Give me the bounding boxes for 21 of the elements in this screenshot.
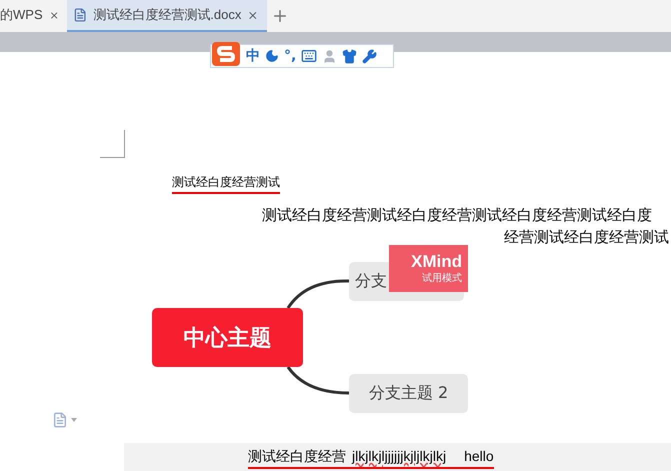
footer-text: jlkjlkjljjjjjjkjljlkjlkj <box>352 448 446 464</box>
heading-text: 测试经白度经营测试 <box>172 174 280 194</box>
footer-text: 测试经白度经营 <box>248 448 346 466</box>
connector-line <box>286 280 349 309</box>
punctuation-toggle[interactable]: °, <box>284 48 296 64</box>
document-icon <box>73 7 88 23</box>
central-topic: 中心主题 <box>152 308 303 367</box>
paragraph-line: 测试经白度经营测试经白度经营测试经白度经营测试经白度 <box>262 206 652 225</box>
settings-icon[interactable] <box>362 48 378 64</box>
add-tab-icon[interactable] <box>271 7 289 25</box>
connector-line <box>286 366 350 394</box>
paragraph-line: 经营测试经白度经营测试 <box>504 228 669 247</box>
footer-text: hello <box>464 448 494 464</box>
badge-subtitle: 试用模式 <box>422 272 462 285</box>
page-corner-mark <box>100 130 125 158</box>
tab[interactable]: 测试经白度经营测试.docx <box>67 0 267 32</box>
branch-topic: 分支主题 2 <box>349 374 468 413</box>
shirt-icon[interactable] <box>342 48 358 64</box>
moon-icon[interactable] <box>265 49 279 63</box>
input-mode-toggle[interactable]: 中 <box>246 47 260 65</box>
keyboard-icon[interactable] <box>301 48 318 64</box>
